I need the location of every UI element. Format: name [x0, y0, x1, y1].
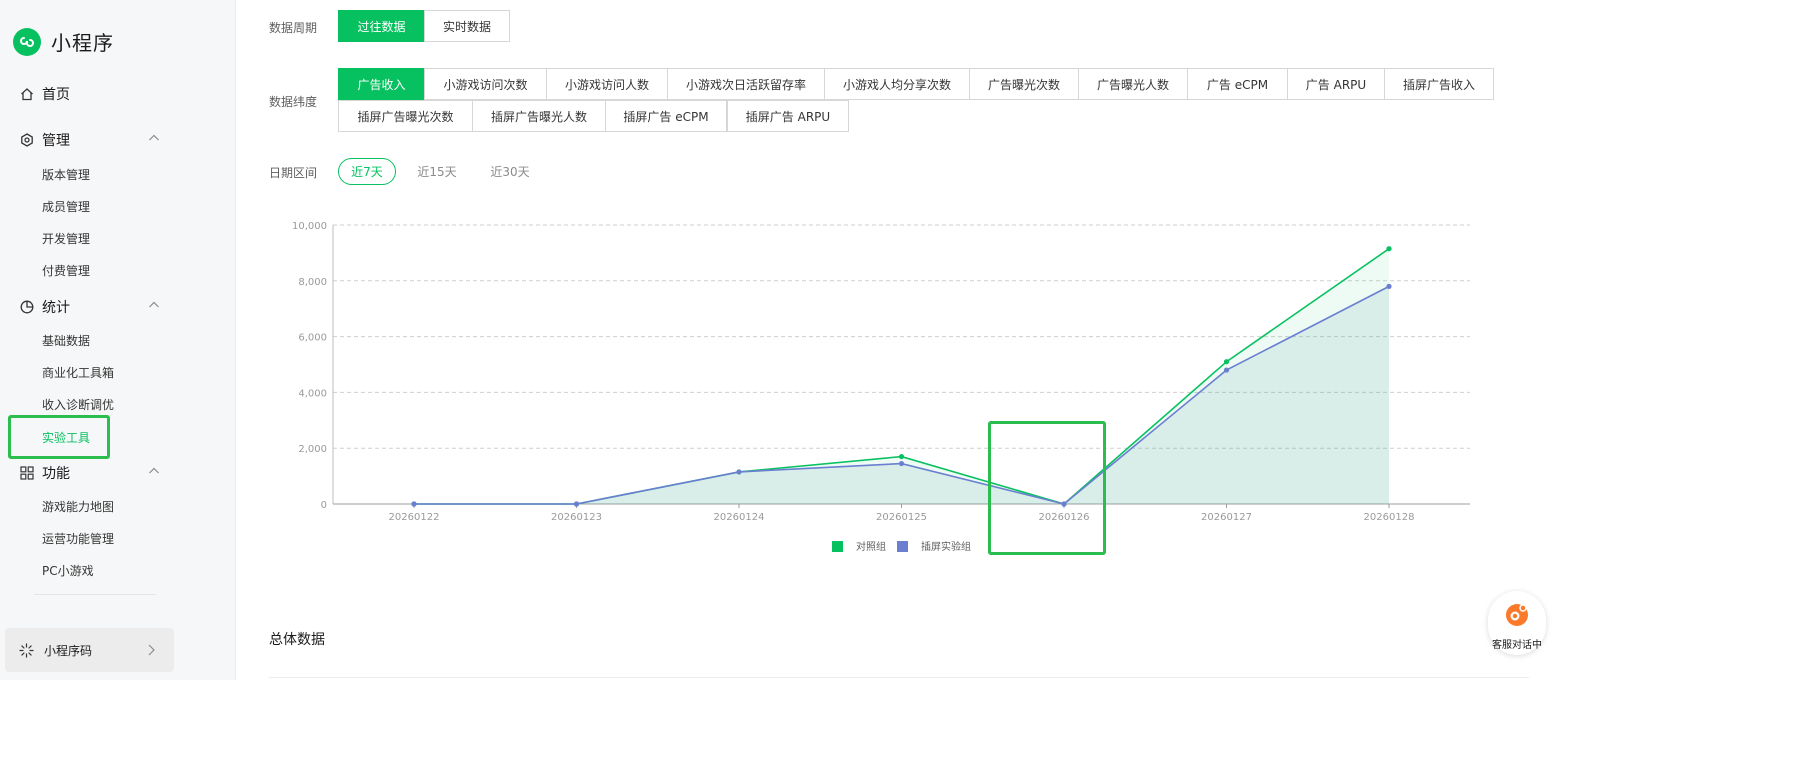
- highlight-box-sidebar: [8, 415, 110, 459]
- sidebar-item-revenue-diagnosis[interactable]: 收入诊断调优: [42, 396, 114, 413]
- x-tick-label: 20260127: [1201, 512, 1252, 523]
- nav-group-stats[interactable]: 统计: [20, 297, 70, 317]
- dimension-option-1[interactable]: 小游戏访问次数: [424, 68, 547, 100]
- x-tick-label: 20260122: [389, 512, 440, 523]
- dimension-option-10[interactable]: 插屏广告曝光次数: [338, 100, 473, 132]
- sidebar-item-members[interactable]: 成员管理: [42, 198, 90, 215]
- brand-name: 小程序: [51, 31, 114, 55]
- sidebar-divider: [34, 594, 156, 595]
- chart-container: 0 2,000 4,000 6,000 8,000 10,000 20260122 20260…: [268, 210, 1488, 574]
- sidebar-item-pc-game[interactable]: PC小游戏: [42, 562, 94, 579]
- customer-service-label: 客服对话中: [1492, 640, 1542, 651]
- dimension-option-13[interactable]: 插屏广告 ARPU: [727, 100, 849, 132]
- highlight-box-chart: [988, 421, 1106, 555]
- sidebar: 小程序 首页 管理 版本管理 成员管理 开发管理 付费管理 统计 基础数据 商业…: [0, 0, 236, 680]
- x-tick-label: 20260124: [714, 512, 765, 523]
- grid-apps-icon: [20, 466, 34, 480]
- x-tick-label: 20260125: [876, 512, 927, 523]
- section-divider: [269, 677, 1529, 678]
- sidebar-item-capability-map[interactable]: 游戏能力地图: [42, 498, 114, 515]
- period-option-past[interactable]: 过往数据: [338, 10, 425, 42]
- date-range-label: 日期区间: [269, 166, 318, 180]
- y-tick-label: 6,000: [298, 333, 327, 344]
- y-tick-label: 2,000: [298, 444, 327, 455]
- series-point-1: [411, 501, 417, 507]
- y-tick-label: 0: [321, 500, 327, 511]
- series-point-1: [898, 460, 905, 467]
- nav-home[interactable]: 首页: [20, 84, 70, 104]
- app-root: 小程序 首页 管理 版本管理 成员管理 开发管理 付费管理 统计 基础数据 商业…: [0, 0, 1568, 680]
- nav-group-manage-label: 管理: [42, 133, 70, 149]
- customer-service-icon: [1506, 604, 1528, 626]
- range-option-15d[interactable]: 近15天: [408, 158, 466, 185]
- legend-swatch-1: [897, 541, 908, 552]
- home-icon: [21, 88, 33, 101]
- mini-code-label: 小程序码: [44, 643, 93, 658]
- series-point-0: [1223, 359, 1230, 365]
- y-tick-label: 10,000: [292, 221, 327, 232]
- dimension-option-0[interactable]: 广告收入: [338, 68, 425, 100]
- dimension-option-2[interactable]: 小游戏访问人数: [546, 68, 668, 100]
- nav-group-features[interactable]: 功能: [20, 463, 70, 483]
- series-point-1: [1386, 283, 1392, 289]
- series-point-1: [736, 469, 742, 475]
- y-tick-label: 4,000: [298, 388, 327, 399]
- nav-home-label: 首页: [42, 87, 70, 103]
- brand[interactable]: 小程序: [13, 27, 114, 56]
- y-tick-label: 8,000: [298, 277, 327, 288]
- sidebar-item-operations[interactable]: 运营功能管理: [42, 530, 114, 547]
- sidebar-item-basic-data[interactable]: 基础数据: [42, 332, 90, 349]
- series-point-1: [573, 501, 580, 507]
- range-option-7d[interactable]: 近7天: [338, 158, 396, 185]
- period-option-realtime[interactable]: 实时数据: [424, 10, 510, 42]
- period-label: 数据周期: [269, 21, 318, 35]
- dimension-option-11[interactable]: 插屏广告曝光人数: [472, 100, 606, 132]
- dimension-option-3[interactable]: 小游戏次日活跃留存率: [667, 68, 825, 100]
- dimension-option-8[interactable]: 广告 ARPU: [1287, 68, 1385, 100]
- mini-program-logo-icon: [13, 27, 41, 56]
- nav-group-stats-label: 统计: [42, 300, 70, 316]
- legend-label-1: 插屏实验组: [921, 540, 971, 553]
- dimension-option-6[interactable]: 广告曝光人数: [1078, 68, 1188, 100]
- chevron-up-icon[interactable]: [148, 465, 160, 477]
- line-chart: 0 2,000 4,000 6,000 8,000 10,000 20260122 20260…: [292, 221, 1470, 553]
- nav-group-features-label: 功能: [42, 466, 70, 482]
- dimension-option-5[interactable]: 广告曝光次数: [969, 68, 1079, 100]
- customer-service-button[interactable]: 客服对话中: [1488, 591, 1546, 655]
- range-option-30d[interactable]: 近30天: [481, 158, 539, 185]
- x-tick-label: 20260123: [551, 512, 602, 523]
- qr-sun-icon: [19, 642, 34, 658]
- dimension-option-12[interactable]: 插屏广告 eCPM: [605, 100, 727, 132]
- series-point-0: [898, 453, 905, 460]
- series-point-1: [1223, 367, 1230, 373]
- legend-swatch-0: [832, 541, 843, 552]
- overall-data-title: 总体数据: [269, 632, 325, 648]
- series-point-0: [1386, 246, 1392, 252]
- legend-label-0: 对照组: [856, 540, 886, 553]
- sidebar-item-commerce-toolbox[interactable]: 商业化工具箱: [42, 364, 114, 381]
- dimension-label: 数据纬度: [269, 95, 318, 109]
- dimension-option-7[interactable]: 广告 eCPM: [1187, 68, 1288, 100]
- nav-group-manage[interactable]: 管理: [20, 130, 70, 150]
- dimension-option-9[interactable]: 插屏广告收入: [1384, 68, 1494, 100]
- sidebar-item-dev[interactable]: 开发管理: [42, 230, 90, 247]
- chevron-up-icon[interactable]: [148, 132, 160, 144]
- dimension-option-4[interactable]: 小游戏人均分享次数: [824, 68, 970, 100]
- mini-code-button[interactable]: 小程序码: [5, 628, 174, 672]
- settings-icon: [21, 133, 33, 147]
- chevron-up-icon[interactable]: [148, 299, 160, 311]
- pie-chart-icon: [20, 300, 34, 314]
- series-area-1: [414, 286, 1389, 504]
- x-tick-label: 20260128: [1364, 512, 1415, 523]
- sidebar-item-payment[interactable]: 付费管理: [42, 262, 90, 279]
- sidebar-item-version[interactable]: 版本管理: [42, 166, 90, 183]
- chevron-right-icon: [148, 644, 155, 656]
